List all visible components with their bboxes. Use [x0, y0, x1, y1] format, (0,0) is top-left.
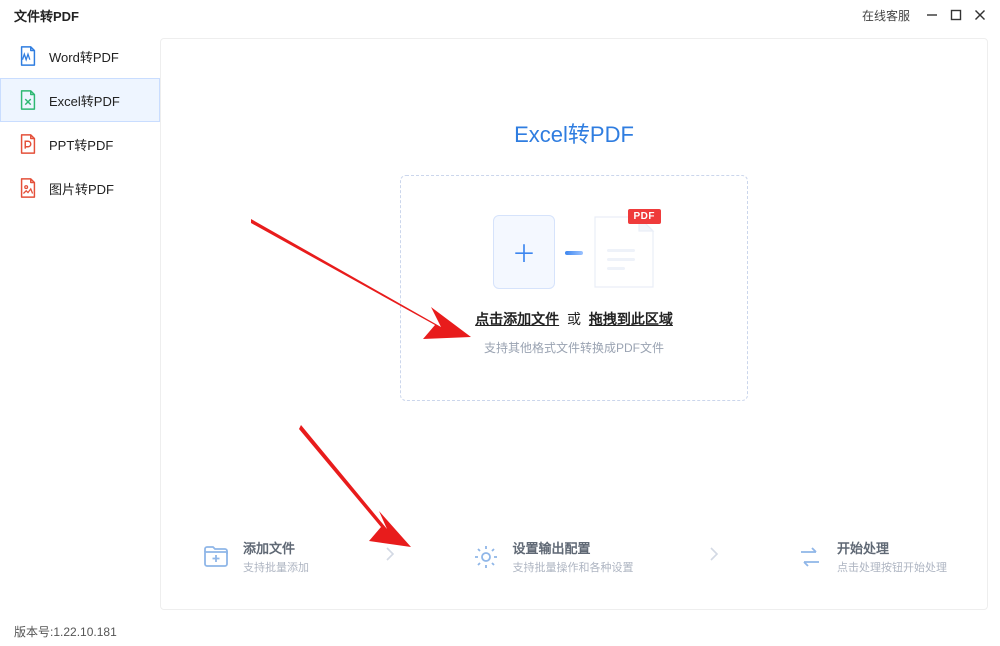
pdf-badge: PDF — [628, 209, 662, 224]
step-title: 添加文件 — [243, 538, 309, 557]
steps-row: 添加文件 支持批量添加 — [201, 538, 947, 575]
step-configure: 设置输出配置 支持批量操作和各种设置 — [471, 538, 634, 575]
version-number: 1.22.10.181 — [53, 625, 116, 639]
app-window: 文件转PDF 在线客服 Word转PDF — [0, 0, 1000, 646]
plus-icon: ＋ — [512, 234, 536, 269]
main-content: Excel转PDF ＋ — [160, 30, 1000, 646]
dropzone-subtitle: 支持其他格式文件转换成PDF文件 — [484, 339, 664, 356]
arrow-icon — [565, 251, 583, 255]
gear-icon — [471, 542, 501, 572]
sidebar-item-label: Excel转PDF — [49, 91, 120, 110]
ppt-file-icon — [17, 133, 39, 155]
sidebar: Word转PDF Excel转PDF — [0, 30, 160, 646]
app-title: 文件转PDF — [14, 6, 79, 25]
sidebar-item-ppt-to-pdf[interactable]: PPT转PDF — [0, 122, 160, 166]
step-subtitle: 支持批量添加 — [243, 559, 309, 575]
step-subtitle: 支持批量操作和各种设置 — [513, 559, 634, 575]
image-file-icon — [17, 177, 39, 199]
sidebar-item-label: Word转PDF — [49, 47, 119, 66]
convert-icon — [795, 542, 825, 572]
chevron-right-icon — [385, 547, 395, 566]
pdf-file-icon: PDF — [593, 215, 655, 289]
step-title: 设置输出配置 — [513, 538, 634, 557]
or-text: 或 — [567, 311, 581, 327]
add-file-icon — [201, 542, 231, 572]
step-add-file: 添加文件 支持批量添加 — [201, 538, 309, 575]
step-start: 开始处理 点击处理按钮开始处理 — [795, 538, 947, 575]
dropzone-illustration: ＋ PDF — [493, 215, 655, 289]
minimize-button[interactable] — [920, 3, 944, 27]
close-button[interactable] — [968, 3, 992, 27]
version-footer: 版本号:1.22.10.181 — [14, 623, 117, 640]
maximize-button[interactable] — [944, 3, 968, 27]
sidebar-item-image-to-pdf[interactable]: 图片转PDF — [0, 166, 160, 210]
chevron-right-icon — [709, 547, 719, 566]
drag-here-text: 拖拽到此区域 — [589, 311, 673, 327]
online-support-link[interactable]: 在线客服 — [862, 7, 910, 24]
click-add-file-text: 点击添加文件 — [475, 311, 559, 327]
step-subtitle: 点击处理按钮开始处理 — [837, 559, 947, 575]
dropzone-instruction: 点击添加文件 或 拖拽到此区域 — [475, 309, 673, 329]
excel-file-icon — [17, 89, 39, 111]
sidebar-item-label: PPT转PDF — [49, 135, 113, 154]
page-heading: Excel转PDF — [161, 117, 987, 149]
version-label: 版本号: — [14, 625, 53, 639]
sidebar-item-word-to-pdf[interactable]: Word转PDF — [0, 34, 160, 78]
word-file-icon — [17, 45, 39, 67]
file-drop-zone[interactable]: ＋ PDF — [400, 175, 748, 401]
content-panel: Excel转PDF ＋ — [160, 38, 988, 610]
titlebar: 文件转PDF 在线客服 — [0, 0, 1000, 30]
sidebar-item-label: 图片转PDF — [49, 179, 114, 198]
source-file-icon: ＋ — [493, 215, 555, 289]
step-title: 开始处理 — [837, 538, 947, 557]
sidebar-item-excel-to-pdf[interactable]: Excel转PDF — [0, 78, 160, 122]
